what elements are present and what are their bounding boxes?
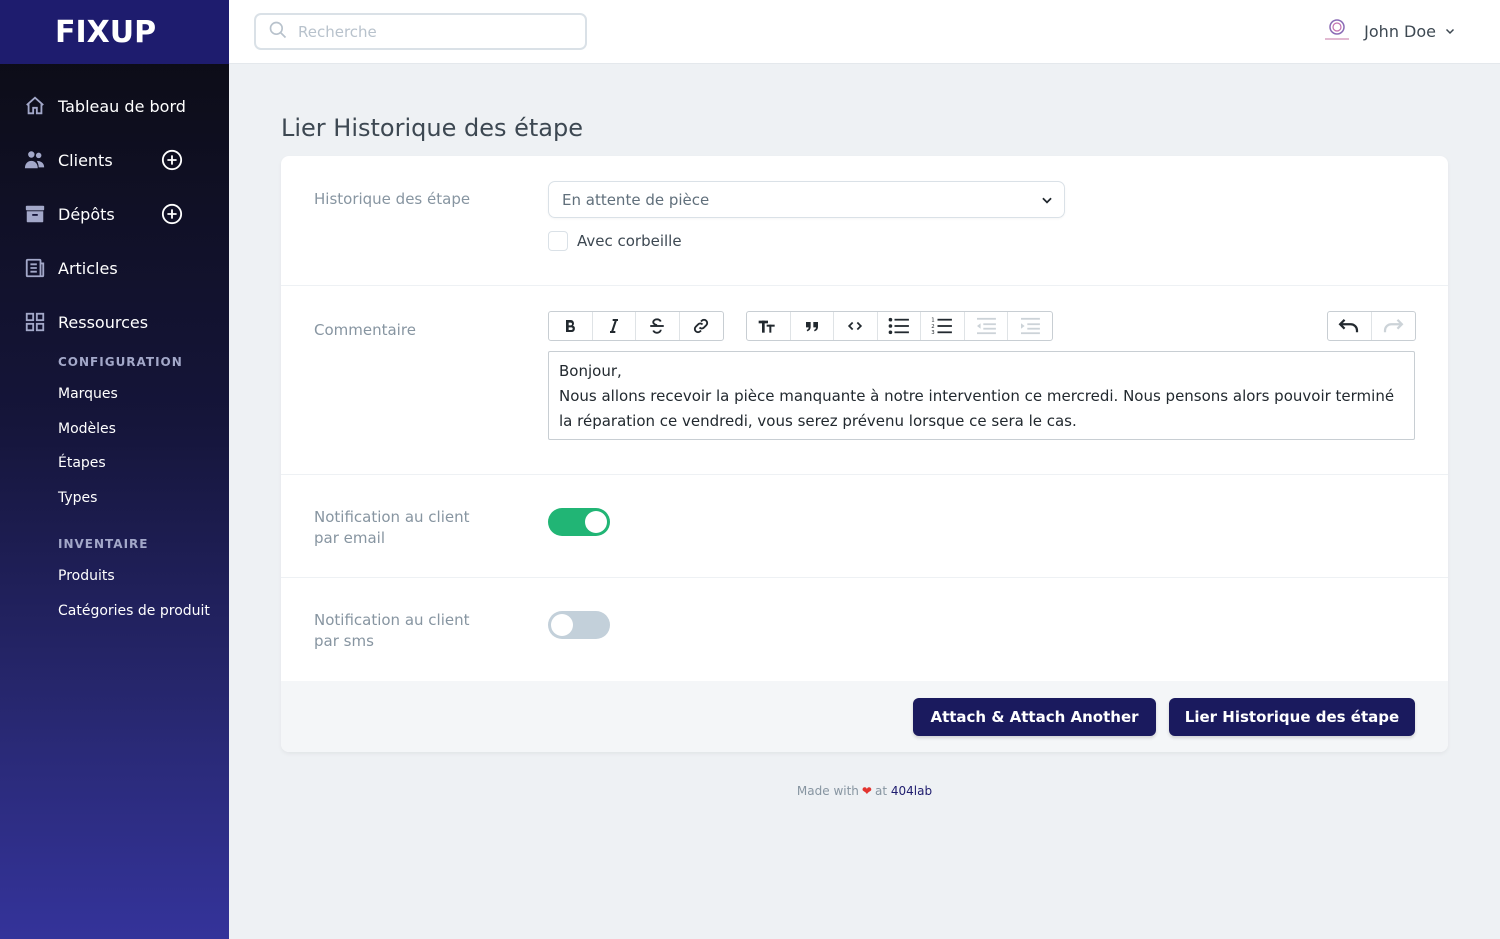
- quote-button[interactable]: [791, 312, 834, 340]
- top-header: John Doe: [229, 0, 1500, 64]
- strikethrough-button[interactable]: [636, 312, 680, 340]
- submit-button[interactable]: Lier Historique des étape: [1169, 698, 1415, 736]
- historique-select[interactable]: En attente de pièce: [548, 181, 1065, 218]
- notif-sms-label: Notification au client par sms: [314, 610, 470, 652]
- sidebar-nav: Tableau de bord Clients Dépôts Articles …: [0, 64, 229, 628]
- numbered-list-button[interactable]: 123: [921, 312, 965, 340]
- search-icon: [268, 20, 288, 44]
- toggle-knob: [551, 614, 573, 636]
- svg-text:2: 2: [931, 324, 934, 330]
- user-name: John Doe: [1364, 21, 1436, 41]
- newspaper-icon: [24, 257, 46, 279]
- heading-button[interactable]: [747, 312, 791, 340]
- notif-email-label-line: par email: [314, 529, 386, 547]
- users-icon: [24, 149, 46, 171]
- sidebar-item-label: Articles: [58, 258, 118, 278]
- app-logo[interactable]: FIXUP: [55, 15, 156, 50]
- svg-text:3: 3: [931, 330, 934, 335]
- user-menu[interactable]: John Doe: [1320, 14, 1456, 48]
- page-title: Lier Historique des étape: [281, 114, 584, 142]
- corbeille-checkbox[interactable]: [548, 231, 568, 251]
- section-title-inventaire: Inventaire: [58, 537, 149, 551]
- sidebar-item-depots[interactable]: Dépôts: [0, 187, 229, 241]
- editor-toolbar-format: [548, 311, 724, 341]
- sidebar-subitem-categories-produit[interactable]: Catégories de produit: [0, 594, 229, 629]
- editor-toolbar-block: 123: [746, 311, 1053, 341]
- sidebar-item-ressources[interactable]: Ressources: [0, 295, 229, 349]
- search-box[interactable]: [254, 13, 587, 50]
- at-text: at: [874, 784, 888, 798]
- add-client-icon[interactable]: [161, 149, 183, 171]
- sidebar-subitem-types[interactable]: Types: [0, 481, 229, 516]
- made-with-text: Made with: [796, 784, 859, 798]
- comment-line: Nous allons recevoir la pièce manquante …: [559, 387, 1395, 430]
- row-historique: Historique des étape En attente de pièce…: [281, 156, 1448, 286]
- link-button[interactable]: [680, 312, 724, 340]
- outdent-button[interactable]: [965, 312, 1008, 340]
- bullet-list-button[interactable]: [878, 312, 921, 340]
- corbeille-checkbox-wrap[interactable]: Avec corbeille: [548, 231, 682, 251]
- notif-email-toggle[interactable]: [548, 508, 610, 536]
- editor-toolbar-history: [1327, 311, 1416, 341]
- historique-label: Historique des étape: [314, 190, 471, 208]
- add-depot-icon[interactable]: [161, 203, 183, 225]
- indent-button[interactable]: [1008, 312, 1052, 340]
- home-icon: [24, 95, 46, 117]
- attach-another-button[interactable]: Attach & Attach Another: [913, 698, 1156, 736]
- made-with-footer: Made with ❤ at 404lab: [0, 784, 1500, 798]
- sidebar-item-label: Ressources: [58, 312, 149, 332]
- undo-button[interactable]: [1328, 312, 1372, 340]
- sidebar-item-label: Clients: [58, 150, 113, 170]
- search-input[interactable]: [298, 22, 558, 41]
- sidebar-item-label: Tableau de bord: [58, 96, 186, 116]
- historique-selected-value: En attente de pièce: [562, 190, 710, 209]
- sidebar-subitem-modeles[interactable]: Modèles: [0, 412, 229, 447]
- code-button[interactable]: [834, 312, 878, 340]
- notif-sms-toggle[interactable]: [548, 611, 610, 639]
- sidebar-item-tableau-de-bord[interactable]: Tableau de bord: [0, 79, 229, 133]
- archive-icon: [24, 203, 46, 225]
- notif-email-label: Notification au client par email: [314, 507, 470, 549]
- notif-sms-label-line: Notification au client: [314, 611, 470, 629]
- grid-icon: [24, 311, 46, 333]
- form-card: Historique des étape En attente de pièce…: [281, 156, 1448, 752]
- avatar: [1320, 14, 1354, 48]
- notif-sms-label-line: par sms: [314, 632, 374, 650]
- sidebar-subitem-marques[interactable]: Marques: [0, 377, 229, 412]
- logo-bar: FIXUP: [0, 0, 229, 64]
- chevron-down-icon: [1040, 193, 1054, 211]
- italic-button[interactable]: [593, 312, 636, 340]
- sidebar: FIXUP Tableau de bord Clients Dépôts Art…: [0, 0, 229, 939]
- toggle-knob: [585, 511, 607, 533]
- corbeille-label: Avec corbeille: [577, 232, 682, 250]
- section-title-configuration: Configuration: [58, 355, 183, 369]
- redo-button[interactable]: [1372, 312, 1416, 340]
- svg-text:1: 1: [931, 318, 934, 324]
- row-notif-sms: Notification au client par sms: [281, 578, 1448, 681]
- brand-link[interactable]: 404lab: [891, 784, 932, 798]
- heart-icon: ❤: [861, 784, 872, 798]
- commentaire-label: Commentaire: [314, 321, 416, 339]
- sidebar-subitem-produits[interactable]: Produits: [0, 559, 229, 594]
- row-notif-email: Notification au client par email: [281, 475, 1448, 578]
- commentaire-editor[interactable]: Bonjour, Nous allons recevoir la pièce m…: [548, 351, 1415, 440]
- sidebar-item-label: Dépôts: [58, 204, 115, 224]
- form-actions: Attach & Attach Another Lier Historique …: [281, 681, 1448, 752]
- notif-email-label-line: Notification au client: [314, 508, 470, 526]
- sidebar-item-articles[interactable]: Articles: [0, 241, 229, 295]
- comment-line: Bonjour,: [559, 362, 622, 380]
- sidebar-item-clients[interactable]: Clients: [0, 133, 229, 187]
- chevron-down-icon: [1444, 22, 1456, 41]
- sidebar-subitem-etapes[interactable]: Étapes: [0, 446, 229, 481]
- bold-button[interactable]: [549, 312, 593, 340]
